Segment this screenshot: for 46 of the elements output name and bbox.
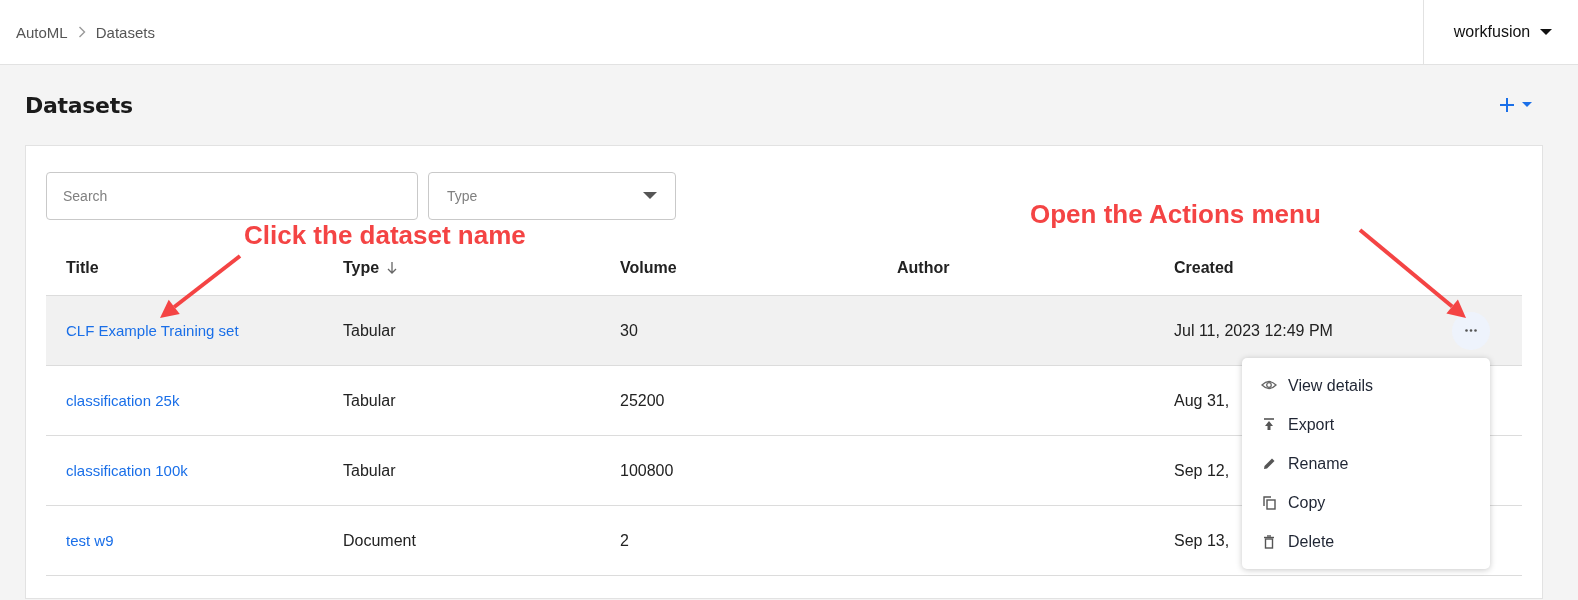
caret-icon xyxy=(1522,102,1532,108)
caret-icon xyxy=(1540,28,1553,36)
dataset-link[interactable]: CLF Example Training set xyxy=(66,321,239,339)
date-cell: Sep 13, xyxy=(1174,531,1230,549)
column-header[interactable]: Type xyxy=(343,258,380,277)
column-header[interactable]: Volume xyxy=(620,258,677,277)
dataset-link[interactable]: classification 100k xyxy=(66,461,188,479)
date-cell: Aug 31, xyxy=(1174,391,1230,409)
callout-text: Click the dataset name xyxy=(244,220,526,251)
chevron-icon xyxy=(77,26,86,38)
callout-text: Open the Actions menu xyxy=(1030,199,1321,230)
column-header[interactable]: Author xyxy=(897,258,950,277)
pencil-icon xyxy=(1261,456,1277,471)
type-cell: Tabular xyxy=(343,321,396,339)
plus-icon xyxy=(1500,98,1514,112)
breadcrumb-link[interactable]: Datasets xyxy=(95,23,155,41)
sort-arrow-icon[interactable] xyxy=(387,261,398,274)
menu-item[interactable]: Rename xyxy=(1242,444,1490,483)
volume-cell: 2 xyxy=(620,531,629,549)
volume-cell: 30 xyxy=(620,321,638,339)
type-cell: Tabular xyxy=(343,461,396,479)
date-cell: Jul 11, 2023 12:49 PM xyxy=(1174,321,1333,339)
dataset-link[interactable]: classification 25k xyxy=(66,391,180,409)
dataset-link[interactable]: test w9 xyxy=(66,531,114,549)
menu-item[interactable]: Delete xyxy=(1242,522,1490,561)
page-title: Datasets xyxy=(25,92,133,118)
add-button[interactable] xyxy=(1498,96,1534,114)
caret-icon xyxy=(643,192,657,200)
user-menu-button[interactable]: workfusion xyxy=(1423,0,1578,64)
table-row[interactable]: CLF Example Training set Tabular 30 Jul 11, 2023 12:49 PM xyxy=(46,296,1522,366)
search-field[interactable]: Search xyxy=(46,172,418,220)
menu-item[interactable]: View details xyxy=(1242,366,1490,405)
column-header[interactable]: Created xyxy=(1174,258,1234,277)
type-cell: Document xyxy=(343,531,416,549)
more-icon xyxy=(1465,329,1477,332)
trash-icon xyxy=(1261,534,1277,549)
breadcrumb-link[interactable]: AutoML xyxy=(16,23,68,41)
copy-icon xyxy=(1261,495,1277,510)
upload-icon xyxy=(1261,417,1277,432)
column-header[interactable]: Title xyxy=(66,258,99,277)
actions-button[interactable] xyxy=(1452,311,1490,350)
date-cell: Sep 12, xyxy=(1174,461,1230,479)
volume-cell: 100800 xyxy=(620,461,674,479)
type-dropdown[interactable]: Type xyxy=(428,172,676,220)
type-cell: Tabular xyxy=(343,391,396,409)
volume-cell: 25200 xyxy=(620,391,665,409)
